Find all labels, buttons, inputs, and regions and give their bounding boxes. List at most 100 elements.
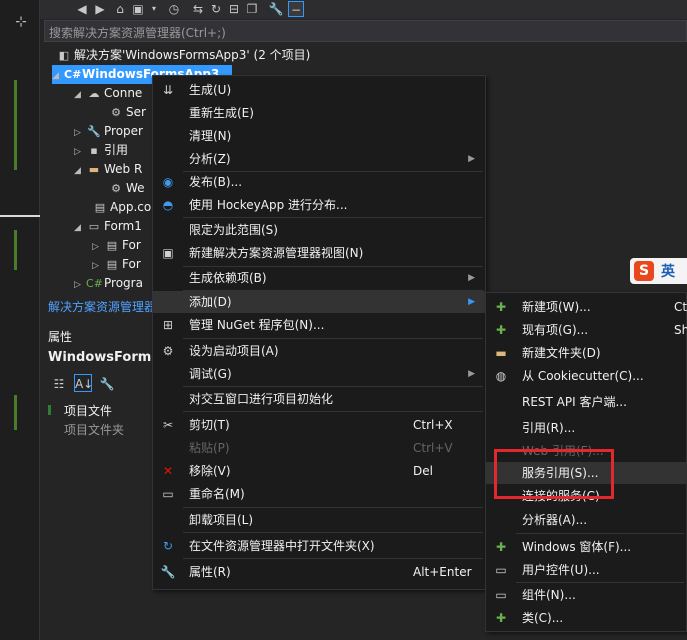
project-icon[interactable]: ▣ [130,1,146,17]
pin-icon[interactable]: ⊹ [14,14,28,44]
menu-item-new-view[interactable]: ▣ 新建解决方案资源管理器视图(N) [153,242,485,264]
menu-label: 卸载项目(L) [189,513,254,527]
expand-arrow-icon[interactable]: ▷ [74,276,86,295]
menu-item-scope[interactable]: 限定为此范围(S) [153,219,485,241]
menu-item-build[interactable]: ⇊ 生成(U) [153,79,485,101]
menu-item-remove[interactable]: ✕ 移除(V) Del [153,460,485,482]
menu-item-build-deps[interactable]: 生成依赖项(B) ▶ [153,267,485,289]
properties-object[interactable]: WindowsFormsA [48,350,169,365]
se-footer-tab[interactable]: 解决方案资源管理器 [48,298,156,315]
sync-icon[interactable]: ⇆ [190,1,206,17]
forward-icon[interactable]: ▶ [92,1,108,17]
menu-label: 剪切(T) [189,418,230,432]
home-icon[interactable]: ⌂ [112,1,128,17]
menu-label: 添加(D) [189,295,232,309]
menu-label: 现有项(G)... [522,323,589,337]
ime-logo: S [634,261,654,281]
tree-item[interactable]: ▷ ▪ 引用 [74,141,128,160]
expand-arrow-icon[interactable]: ◢ [74,86,86,105]
menu-item-paste: 粘贴(P) Ctrl+V [153,437,485,459]
menu-item-set-startup[interactable]: ⚙ 设为启动项目(A) [153,340,485,362]
refresh-arrow-icon: ↻ [162,539,174,553]
menu-item-add[interactable]: 添加(D) ▶ [153,291,485,313]
tree-item[interactable]: ▷ ▤ For [92,255,141,274]
solution-icon: ◧ [58,49,70,62]
expand-arrow-icon[interactable]: ◢ [74,219,86,238]
tree-item[interactable]: ⚙ We [108,179,145,198]
menu-item-interactive-init[interactable]: 对交互窗口进行项目初始化 [153,388,485,410]
submenu-item-class[interactable]: ✚ 类(C)... [486,607,686,629]
menu-item-cut[interactable]: ✂ 剪切(T) Ctrl+X [153,414,485,436]
ime-badge[interactable]: S 英 [630,258,687,284]
dropdown-icon[interactable]: ▾ [146,1,162,17]
menu-label: 类(C)... [522,611,564,625]
menu-label: 用户控件(U)... [522,563,600,577]
tree-item[interactable]: ▷ C#Progra [74,274,143,293]
tree-item[interactable]: ◢ ▭ Form1 [74,217,142,236]
gutter-divider [0,215,40,217]
csharp-project-icon: C# [64,68,82,81]
menu-item-clean[interactable]: 清理(N) [153,125,485,147]
nuget-icon: ⊞ [162,318,174,332]
menu-label: 分析(Z) [189,152,231,166]
submenu-item-rest-api[interactable]: REST API 客户端... [486,391,686,413]
menu-item-properties[interactable]: 🔧 属性(R) Alt+Enter [153,561,485,583]
menu-separator [183,532,483,533]
cookiecutter-icon: ◍ [495,369,507,383]
tree-label: We [126,181,145,195]
submenu-arrow-icon: ▶ [468,369,475,379]
menu-item-hockeyapp[interactable]: ◓ 使用 HockeyApp 进行分布... [153,194,485,216]
submenu-item-new-item[interactable]: ✚ 新建项(W)... Ct [486,296,687,318]
submenu-item-user-control[interactable]: ▭ 用户控件(U)... [486,559,686,581]
menu-item-open-folder[interactable]: ↻ 在文件资源管理器中打开文件夹(X) [153,535,485,557]
menu-item-debug[interactable]: 调试(G) ▶ [153,363,485,385]
wrench-icon[interactable]: 🔧 [268,1,284,17]
copy-icon[interactable]: ❐ [244,1,260,17]
file-icon: ▤ [106,258,118,271]
submenu-item-existing-item[interactable]: ✚ 现有项(G)... Sh [486,319,687,341]
categorized-icon[interactable]: ☷ [50,375,68,393]
menu-label: 限定为此范围(S) [189,223,278,237]
submenu-item-component[interactable]: ▭ 组件(N)... [486,584,686,606]
prop-row[interactable]: 项目文件 [64,402,112,419]
minus-icon[interactable]: − [288,1,304,17]
tree-item[interactable]: ◢ ☁ Conne [74,84,142,103]
tree-solution[interactable]: ◧ 解决方案'WindowsFormsApp3' (2 个项目) [56,46,311,65]
menu-item-unload[interactable]: 卸载项目(L) [153,509,485,531]
wrench-icon[interactable]: 🔧 [98,375,116,393]
menu-item-analyze[interactable]: 分析(Z) ▶ [153,148,485,170]
submenu-item-windows-form[interactable]: ✚ Windows 窗体(F)... [486,536,686,558]
menu-label: 分析器(A)... [522,513,588,527]
menu-label: 设为启动项目(A) [189,344,279,358]
tree-item[interactable]: ▷ 🔧 Proper [74,122,143,141]
tree-item[interactable]: ◢ ▬ Web R [74,160,142,179]
tree-item[interactable]: ▤ App.co [92,198,151,217]
menu-item-rebuild[interactable]: 重新生成(E) [153,102,485,124]
menu-item-publish[interactable]: ◉ 发布(B)... [153,171,485,193]
menu-label: 发布(B)... [189,175,243,189]
submenu-item-analyzer[interactable]: 分析器(A)... [486,509,686,531]
build-icon: ⇊ [162,83,174,97]
prop-row[interactable]: 项目文件夹 [64,421,124,438]
back-icon[interactable]: ◀ [74,1,90,17]
tree-label: Form1 [104,219,142,233]
menu-label: 新建项(W)... [522,300,591,314]
prop-marker [48,405,51,415]
search-input[interactable]: 搜索解决方案资源管理器(Ctrl+;) [44,20,687,42]
menu-label: 调试(G) [189,367,232,381]
hockeyapp-icon: ◓ [162,198,174,212]
menu-separator [183,386,483,387]
expand-arrow-icon[interactable]: ◢ [74,162,86,181]
submenu-item-reference[interactable]: 引用(R)... [486,417,686,439]
expand-arrow-icon[interactable]: ◢ [52,67,64,86]
tree-item[interactable]: ⚙ Ser [108,103,146,122]
menu-item-rename[interactable]: ▭ 重命名(M) [153,483,485,505]
submenu-item-cookiecutter[interactable]: ◍ 从 Cookiecutter(C)... [486,365,686,387]
menu-item-nuget[interactable]: ⊞ 管理 NuGet 程序包(N)... [153,314,485,336]
submenu-item-new-folder[interactable]: ▬ 新建文件夹(D) [486,342,686,364]
history-icon[interactable]: ◷ [166,1,182,17]
refresh-icon[interactable]: ↻ [208,1,224,17]
alphabetical-icon[interactable]: A↓ [74,374,93,392]
tree-item[interactable]: ▷ ▤ For [92,236,141,255]
collapse-icon[interactable]: ⊟ [226,1,242,17]
